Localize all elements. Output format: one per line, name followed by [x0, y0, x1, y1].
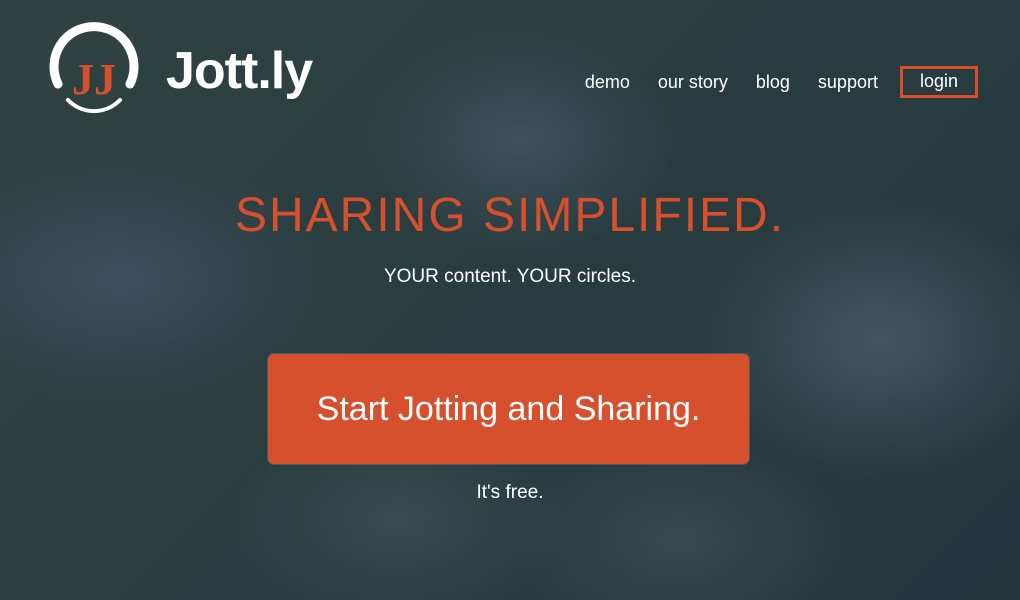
- brand-logo[interactable]: JJ Jott.ly: [44, 22, 313, 122]
- top-nav: demo our story blog support login: [585, 66, 978, 98]
- start-jotting-button[interactable]: Start Jotting and Sharing.: [268, 354, 749, 464]
- hero-section: JJ Jott.ly demo our story blog support l…: [0, 0, 1020, 600]
- login-button[interactable]: login: [899, 66, 978, 98]
- free-note: It's free.: [476, 482, 544, 503]
- nav-link-our-story[interactable]: our story: [658, 72, 728, 93]
- hero-tagline: YOUR content. YOUR circles.: [383, 266, 636, 287]
- jottly-logo-icon: JJ: [49, 22, 139, 114]
- nav-link-demo[interactable]: demo: [585, 72, 630, 93]
- nav-link-blog[interactable]: blog: [756, 72, 790, 93]
- nav-link-support[interactable]: support: [818, 72, 878, 93]
- brand-name: Jott.ly: [166, 42, 313, 100]
- svg-text:JJ: JJ: [72, 55, 116, 104]
- hero-headline: SHARING SIMPLIFIED.: [234, 189, 786, 242]
